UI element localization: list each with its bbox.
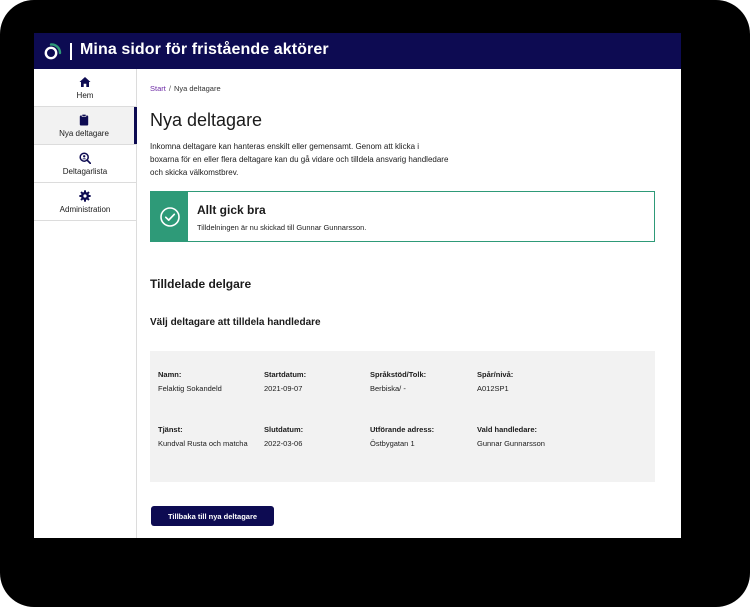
field-supervisor: Vald handledare: Gunnar Gunnarsson: [477, 424, 582, 450]
sidebar-item-nya-deltagare[interactable]: Nya deltagare: [34, 107, 137, 144]
sidebar-item-deltagarlista[interactable]: Deltagarlista: [34, 145, 136, 182]
sidebar-item-administration[interactable]: Administration: [34, 183, 136, 220]
sidebar-item-hem[interactable]: Hem: [34, 69, 136, 106]
top-bar: Mina sidor för fristående aktörer: [34, 33, 681, 69]
sidebar-item-label: Deltagarlista: [62, 166, 108, 176]
gear-icon: [79, 189, 91, 202]
page-title: Nya deltagare: [150, 110, 263, 130]
field-value: Kundval Rusta och matcha: [158, 439, 248, 448]
sidebar-item-label: Administration: [59, 204, 111, 214]
field-value: 2022-03-06: [264, 439, 303, 448]
field-name: Namn: Felaktig Sokandeld: [158, 369, 263, 395]
section-subtitle: Välj deltagare att tilldela handledare: [150, 317, 321, 328]
field-label: Slutdatum:: [264, 425, 304, 434]
user-search-icon: [79, 151, 91, 164]
participant-card: Namn: Felaktig Sokandeld Startdatum: 202…: [150, 351, 655, 482]
field-value: Felaktig Sokandeld: [158, 384, 222, 393]
field-value: 2021-09-07: [264, 384, 303, 393]
field-track: Spår/nivå: A012SP1: [477, 369, 582, 395]
field-language: Språkstöd/Tolk: Berbiska/ -: [370, 369, 475, 395]
section-title: Tilldelade delgare: [150, 277, 252, 291]
field-label: Startdatum:: [264, 370, 307, 379]
alert-strip: [151, 192, 188, 241]
main-content: Start / Nya deltagare Nya deltagare Inkomn…: [150, 69, 670, 538]
home-icon: [79, 76, 91, 87]
field-value: Berbiska/ -: [370, 384, 406, 393]
header-divider: [70, 43, 72, 60]
field-end-date: Slutdatum: 2022-03-06: [264, 424, 369, 450]
field-label: Vald handledare:: [477, 425, 538, 434]
sidebar-item-label: Hem: [76, 90, 94, 100]
breadcrumb-start-link[interactable]: Start: [150, 84, 166, 93]
success-alert: Allt gick bra Tilldelningen är nu skicka…: [150, 191, 655, 242]
intro-text: Inkomna deltagare kan hanteras enskilt e…: [150, 142, 449, 177]
sidebar-item-label: Nya deltagare: [59, 128, 109, 138]
field-label: Namn:: [158, 370, 182, 379]
sidebar: Hem Nya deltagare Deltagarlista Administ…: [34, 69, 137, 538]
logo-icon[interactable]: [43, 42, 63, 61]
alert-message: Tilldelningen är nu skickad till Gunnar …: [197, 223, 367, 232]
field-service: Tjänst: Kundval Rusta och matcha: [158, 424, 248, 450]
field-label: Utförande adress:: [370, 425, 435, 434]
breadcrumb: Start / Nya deltagare: [150, 84, 221, 93]
app-window: Mina sidor för fristående aktörer Hem Ny…: [34, 33, 681, 538]
breadcrumb-current: Nya deltagare: [173, 84, 221, 93]
breadcrumb-separator: /: [168, 84, 171, 93]
field-address: Utförande adress: Östbygatan 1: [370, 424, 475, 450]
field-value: A012SP1: [477, 384, 509, 393]
field-label: Spår/nivå:: [477, 370, 514, 379]
field-value: Östbygatan 1: [370, 439, 415, 448]
field-label: Språkstöd/Tolk:: [370, 370, 427, 379]
check-circle-icon: [159, 206, 180, 227]
field-value: Gunnar Gunnarsson: [477, 439, 545, 448]
sidebar-divider: [34, 220, 136, 221]
field-label: Tjänst:: [158, 425, 183, 434]
back-to-new-participants-button[interactable]: Tillbaka till nya deltagare: [151, 506, 274, 526]
app-title: Mina sidor för fristående aktörer: [80, 41, 329, 58]
clipboard-icon: [79, 113, 89, 125]
field-start-date: Startdatum: 2021-09-07: [264, 369, 369, 395]
alert-title: Allt gick bra: [197, 203, 266, 217]
